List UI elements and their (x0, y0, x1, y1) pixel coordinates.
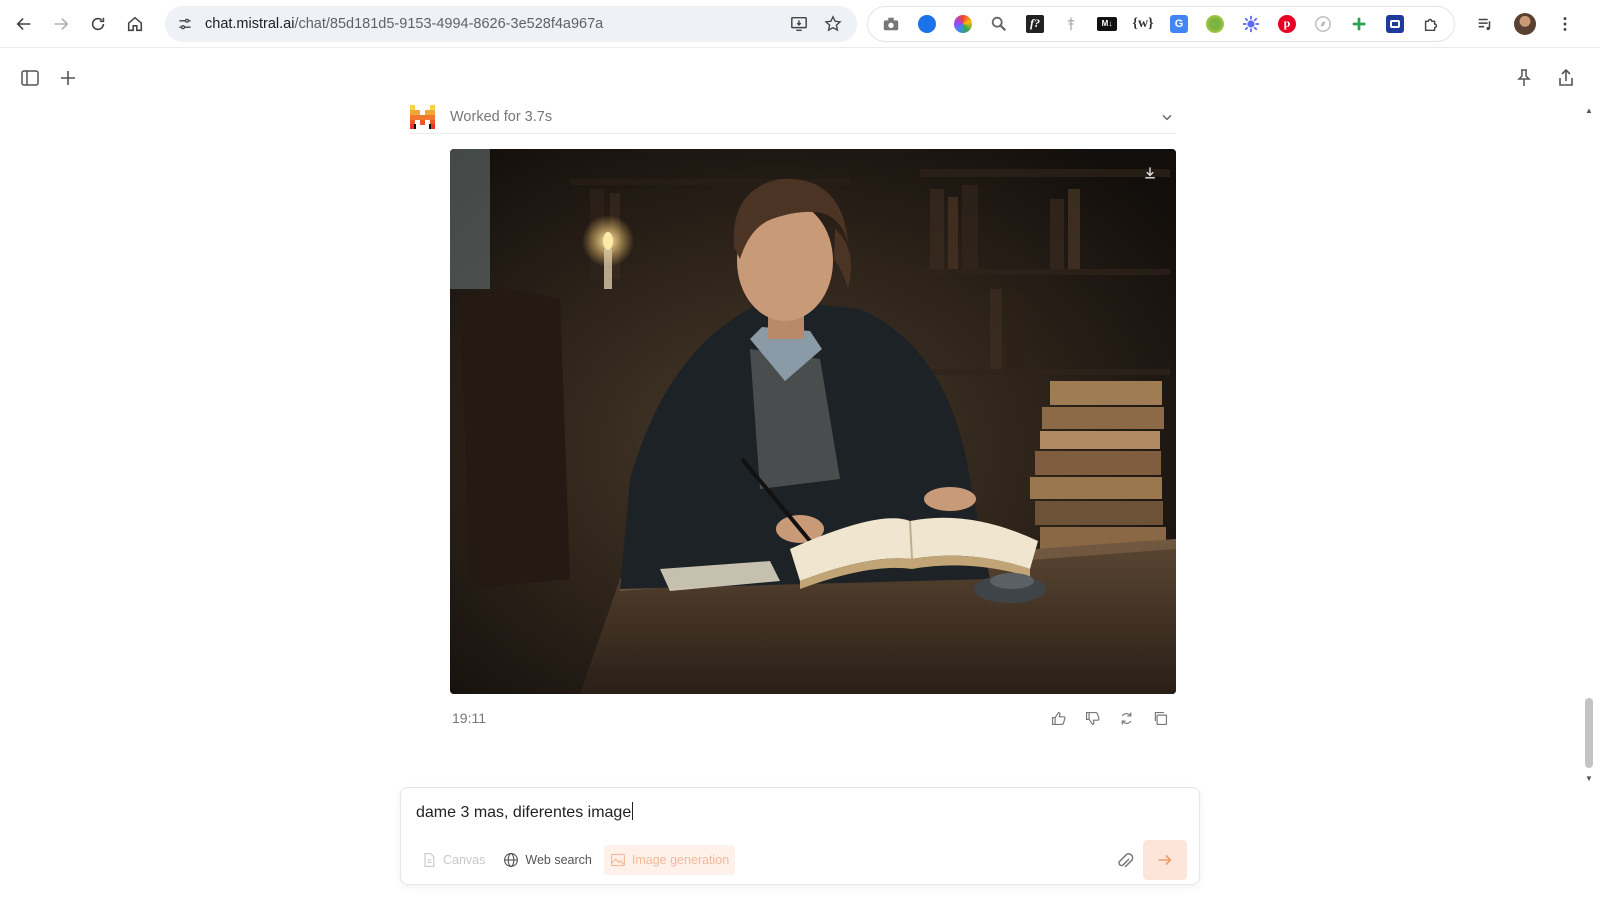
home-icon (127, 16, 143, 31)
back-arrow-icon (16, 17, 31, 30)
pin-extension-icon[interactable] (1054, 10, 1088, 38)
gear-blue-extension-icon[interactable] (1234, 10, 1268, 38)
app-top-left-controls (18, 66, 80, 90)
translate-extension-icon[interactable]: G (1162, 10, 1196, 38)
bookmark-star-icon[interactable] (819, 10, 847, 38)
new-chat-plus-icon[interactable] (56, 66, 80, 90)
send-button[interactable] (1143, 840, 1187, 880)
chevron-down-icon[interactable] (1158, 108, 1176, 126)
profile-avatar[interactable] (1507, 6, 1543, 42)
web-search-label: Web search (525, 853, 592, 867)
image-icon (610, 853, 625, 867)
pin-icon[interactable] (1512, 66, 1536, 90)
chat-input-text: dame 3 mas, diferentes image (416, 804, 632, 821)
color-wheel-extension-icon[interactable] (946, 10, 980, 38)
formula-extension-icon[interactable]: f? (1018, 10, 1052, 38)
url-path: /chat/85d181d5-9153-4994-8626-3e528f4a96… (294, 15, 604, 32)
arrow-right-icon (1158, 854, 1172, 866)
extensions-puzzle-icon[interactable] (1414, 10, 1448, 38)
sparkle-plus-extension-icon[interactable] (1342, 10, 1376, 38)
blue-circle-extension-icon[interactable] (910, 10, 944, 38)
copy-icon[interactable] (1150, 708, 1170, 728)
address-bar[interactable]: chat.mistral.ai/chat/85d181d5-9153-4994-… (165, 5, 857, 42)
avatar (1514, 12, 1536, 35)
mistral-logo-icon (410, 104, 435, 129)
app-top-right-controls (1512, 66, 1578, 90)
magnifier-extension-icon[interactable] (982, 10, 1016, 38)
screen-capture-extension-icon[interactable] (1378, 10, 1412, 38)
thumbs-up-icon[interactable] (1048, 708, 1068, 728)
composer-tools: Canvas Web search Image generation (415, 845, 736, 875)
attach-paperclip-icon[interactable] (1113, 849, 1137, 873)
generated-image-illustration (450, 149, 1176, 694)
markdown-extension-icon[interactable]: M↓ (1090, 10, 1124, 38)
message-footer: 19:11 (452, 706, 1176, 730)
site-info-icon[interactable] (175, 14, 195, 34)
generated-image[interactable] (450, 149, 1176, 694)
url-host: chat.mistral.ai (205, 15, 295, 32)
browser-right-controls (1467, 6, 1583, 42)
document-icon (424, 853, 435, 867)
canvas-toggle[interactable]: Canvas (415, 845, 491, 875)
regenerate-icon[interactable] (1116, 708, 1136, 728)
toggle-sidebar-icon[interactable] (18, 66, 42, 90)
text-caret (632, 802, 634, 820)
download-icon[interactable] (1138, 161, 1162, 185)
worked-duration-label: Worked for 3.7s (450, 108, 553, 125)
browser-menu-icon[interactable] (1547, 6, 1583, 42)
navigation-buttons (6, 6, 153, 42)
scroll-thumb[interactable] (1585, 698, 1593, 768)
puzzle-green-extension-icon[interactable] (1198, 10, 1232, 38)
globe-icon (504, 853, 519, 867)
scroll-up-arrow-icon[interactable]: ▲ (1584, 106, 1594, 116)
url-text[interactable]: chat.mistral.ai/chat/85d181d5-9153-4994-… (205, 16, 779, 32)
canvas-label: Canvas (443, 853, 486, 867)
thumbs-down-icon[interactable] (1082, 708, 1102, 728)
web-search-toggle[interactable]: Web search (497, 845, 597, 875)
compass-extension-icon[interactable] (1306, 10, 1340, 38)
media-controls-icon[interactable] (1467, 6, 1503, 42)
chat-scrollbar[interactable]: ▲ ▼ (1582, 104, 1596, 786)
message-timestamp: 19:11 (452, 710, 486, 726)
scroll-down-arrow-icon[interactable]: ▼ (1584, 774, 1594, 784)
browser-toolbar: chat.mistral.ai/chat/85d181d5-9153-4994-… (0, 0, 1600, 48)
chat-input[interactable]: dame 3 mas, diferentes image (416, 802, 1116, 822)
forward-button[interactable] (43, 6, 79, 42)
share-icon[interactable] (1554, 66, 1578, 90)
feedback-actions (1048, 708, 1170, 728)
reload-icon (91, 17, 105, 30)
worked-for-row[interactable]: Worked for 3.7s (410, 100, 1176, 134)
install-app-icon[interactable] (785, 10, 813, 38)
camera-icon[interactable] (874, 10, 908, 38)
wiki-extension-icon[interactable]: {w} (1126, 10, 1160, 38)
image-generation-label: Image generation (631, 853, 730, 867)
home-button[interactable] (117, 6, 153, 42)
image-generation-toggle[interactable]: Image generation (603, 845, 736, 875)
extensions-bar: f? M↓ {w} G p (867, 5, 1455, 42)
pinterest-icon[interactable]: p (1270, 10, 1304, 38)
message-composer: dame 3 mas, diferentes image Canvas Web … (400, 787, 1200, 885)
back-button[interactable] (6, 6, 42, 42)
forward-arrow-icon (54, 17, 69, 30)
reload-button[interactable] (80, 6, 116, 42)
